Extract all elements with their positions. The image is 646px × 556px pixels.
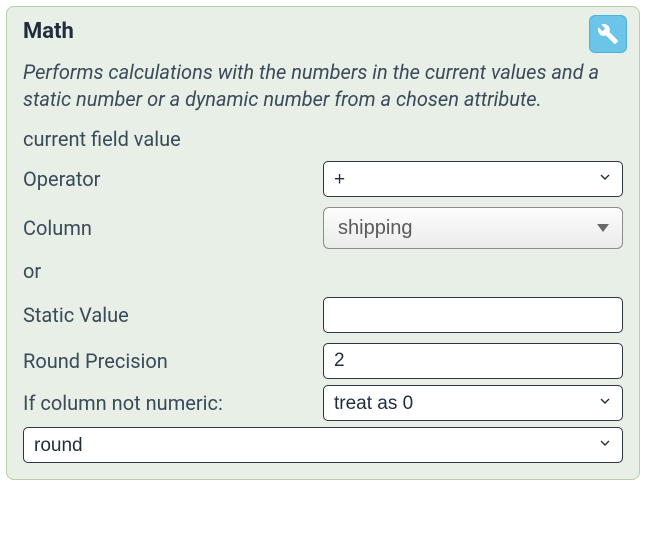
current-field-value-label: current field value (23, 127, 623, 151)
round-mode-select[interactable]: round (23, 427, 623, 463)
operator-row: Operator + (23, 161, 623, 197)
round-mode-row: round (23, 427, 623, 463)
or-label: or (23, 259, 623, 283)
panel-description: Performs calculations with the numbers i… (23, 59, 623, 113)
if-not-numeric-row: If column not numeric: treat as 0 (23, 385, 623, 421)
operator-select[interactable]: + (323, 161, 623, 197)
math-panel: Math Performs calculations with the numb… (6, 6, 640, 480)
if-not-numeric-select[interactable]: treat as 0 (323, 385, 623, 421)
round-precision-label: Round Precision (23, 349, 313, 373)
operator-label: Operator (23, 167, 313, 191)
panel-title: Math (23, 19, 74, 44)
static-value-input[interactable] (323, 297, 623, 333)
column-row: Column shipping (23, 207, 623, 249)
round-precision-row: Round Precision (23, 343, 623, 379)
static-value-label: Static Value (23, 303, 313, 327)
round-precision-input[interactable] (323, 343, 623, 379)
column-label: Column (23, 216, 313, 240)
static-value-row: Static Value (23, 297, 623, 333)
wrench-icon (597, 23, 619, 45)
if-not-numeric-label: If column not numeric: (23, 391, 313, 415)
settings-button[interactable] (589, 15, 627, 53)
panel-header: Math (23, 19, 623, 53)
column-select[interactable]: shipping (323, 207, 623, 249)
